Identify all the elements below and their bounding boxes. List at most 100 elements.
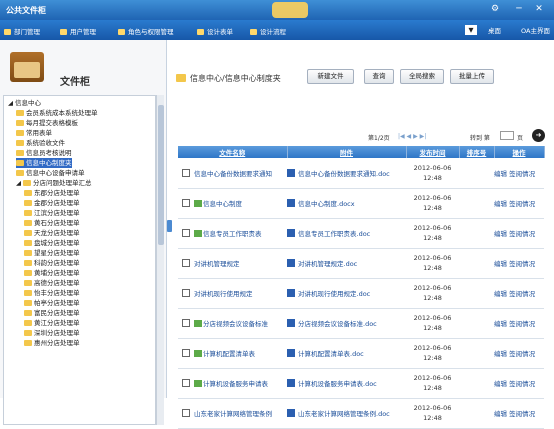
folder-icon	[16, 140, 24, 146]
cell-ops[interactable]: 编辑 签阅情况	[494, 368, 544, 399]
row-checkbox[interactable]	[182, 199, 190, 207]
attachment-link[interactable]: 信息中心备份数据要求通知.doc	[298, 170, 390, 178]
tree-item[interactable]: 惠州分店处理单	[24, 338, 80, 348]
menu-item-dept[interactable]: 部门管理	[4, 26, 40, 36]
tree-item[interactable]: 深圳分店处理单	[24, 328, 80, 338]
attachment-link[interactable]: 对讲机现行使用规定.doc	[298, 290, 370, 298]
attachment-link[interactable]: 山东老家计算网络管理条例.doc	[298, 410, 390, 418]
folder-icon	[24, 290, 32, 296]
row-checkbox[interactable]	[182, 229, 190, 237]
tree-item[interactable]: 东郡分店处理单	[24, 188, 80, 198]
batch-upload-button[interactable]: 批量上传	[450, 69, 494, 84]
col-header-ops: 操作	[494, 146, 545, 158]
row-checkbox[interactable]	[182, 379, 190, 387]
attachment-link[interactable]: 信息专员工作职责表.doc	[298, 230, 370, 238]
file-name-link[interactable]: 信息中心备份数据要求通知	[194, 170, 272, 178]
menu-item-form[interactable]: 设计表单	[197, 26, 233, 36]
tree-item[interactable]: 黄江分店处理单	[24, 318, 80, 328]
global-search-button[interactable]: 全局搜索	[400, 69, 444, 84]
cell-ops[interactable]: 编辑 签阅情况	[494, 218, 544, 249]
file-name-link[interactable]: 信息专员工作职责表	[203, 230, 262, 238]
tree-item[interactable]: 金郡分店处理单	[24, 198, 80, 208]
settings-icon[interactable]: ⚙	[486, 3, 504, 16]
tree-item[interactable]: 富民分店处理单	[24, 308, 80, 318]
tree-item[interactable]: 盘城分店处理单	[24, 238, 80, 248]
file-name-link[interactable]: 信息中心制度	[203, 200, 242, 208]
oa-home-link[interactable]: OA主界面	[521, 25, 550, 35]
minimize-icon[interactable]: ─	[510, 3, 528, 16]
row-checkbox[interactable]	[182, 259, 190, 267]
page-number-input[interactable]	[500, 131, 514, 140]
go-icon[interactable]: ➜	[532, 129, 545, 142]
cell-ops[interactable]: 编辑 签阅情况	[494, 338, 544, 369]
scrollbar-thumb[interactable]	[158, 105, 164, 245]
tree-item[interactable]: 高德分店处理单	[24, 278, 80, 288]
file-table: 文件名称 附件 发布时间 排序号 操作 信息中心备份数据要求通知 信息中心备份数据…	[178, 146, 545, 429]
menu-item-user[interactable]: 用户管理	[60, 26, 96, 36]
expand-icon[interactable]: ◢	[16, 179, 21, 187]
cell-ops[interactable]: 编辑 签阅情况	[494, 188, 544, 219]
col-header-attachment[interactable]: 附件	[287, 146, 407, 158]
tree-item[interactable]: 信息中心制度夹	[16, 158, 72, 168]
table-row: 对讲机管理规定 对讲机管理规定.doc 2012-06-06 12:48 编辑 签阅情况	[178, 248, 544, 279]
publish-date: 2012-06-06	[413, 224, 452, 232]
cell-name: 分店视频会议设备标准	[178, 308, 287, 339]
cell-ops[interactable]: 编辑 签阅情况	[494, 248, 544, 279]
row-checkbox[interactable]	[182, 409, 190, 417]
cell-ops[interactable]: 编辑 签阅情况	[494, 158, 544, 189]
desktop-link[interactable]: 桌面	[488, 25, 501, 35]
tree-item[interactable]: 会员系统成本系统处理单	[16, 108, 98, 118]
col-header-order[interactable]: 排序号	[459, 146, 495, 158]
tree-item[interactable]: 望星分店处理单	[24, 248, 80, 258]
tree-item[interactable]: 信息中心设备申请单	[16, 168, 85, 178]
attachment-link[interactable]: 计算机设备服务申请表.doc	[298, 380, 377, 388]
menu-item-role[interactable]: 角色与权限管理	[118, 26, 174, 36]
tree-item[interactable]: 帕亭分店处理单	[24, 298, 80, 308]
close-icon[interactable]: ✕	[530, 3, 548, 16]
col-header-name[interactable]: 文件名称	[178, 146, 288, 158]
tree-item[interactable]: ◢ 信息中心	[8, 98, 41, 108]
file-name-link[interactable]: 对讲机现行使用规定	[194, 290, 253, 298]
file-name-link[interactable]: 计算机配置清单表	[203, 350, 255, 358]
attachment-link[interactable]: 分店视频会议设备标准.doc	[298, 320, 377, 328]
tree-item[interactable]: 科韵分店处理单	[24, 258, 80, 268]
cell-ops[interactable]: 编辑 签阅情况	[494, 398, 544, 429]
row-checkbox[interactable]	[182, 168, 190, 177]
tree-item[interactable]: 江滨分店处理单	[24, 208, 80, 218]
tree-item[interactable]: 常用表单	[16, 128, 52, 138]
tree-scrollbar[interactable]	[156, 95, 164, 425]
attachment-link[interactable]: 计算机配置清单表.doc	[298, 350, 364, 358]
expand-icon[interactable]: ◢	[8, 99, 13, 107]
attachment-link[interactable]: 信息中心制度.docx	[298, 200, 355, 208]
tree-item[interactable]: 黄埔分店处理单	[24, 268, 80, 278]
folder-icon	[24, 270, 32, 276]
new-file-button[interactable]: 新建文件	[307, 69, 354, 84]
col-header-date[interactable]: 发布时间	[406, 146, 460, 158]
file-name-link[interactable]: 计算机设备服务申请表	[203, 380, 268, 388]
pager-nav[interactable]: |◀ ◀ ▶ ▶|	[398, 133, 426, 140]
tree-item[interactable]: ◢ 分店问题处理单汇总	[16, 178, 92, 188]
row-checkbox[interactable]	[182, 319, 190, 327]
download-icon[interactable]: ▼	[465, 25, 477, 35]
tree-item[interactable]: 怡丰分店处理单	[24, 288, 80, 298]
cell-name: 信息中心备份数据要求通知	[178, 158, 287, 189]
tree-item-label: 会员系统成本系统处理单	[26, 109, 98, 117]
cell-ops[interactable]: 编辑 签阅情况	[494, 278, 544, 309]
attachment-link[interactable]: 对讲机管理规定.doc	[298, 260, 357, 268]
doc-icon	[287, 229, 295, 237]
tree-item[interactable]: 每月提交表格模板	[16, 118, 78, 128]
tree-item[interactable]: 天龙分店处理单	[24, 228, 80, 238]
main-panel: 信息中心/信息中心制度夹 新建文件 查询 全局搜索 批量上传 第1/2页 |◀ …	[170, 40, 554, 429]
tree-item[interactable]: 系统验收文件	[16, 138, 65, 148]
menu-item-flow[interactable]: 设计流程	[250, 26, 286, 36]
file-name-link[interactable]: 对讲机管理规定	[194, 260, 240, 268]
cell-ops[interactable]: 编辑 签阅情况	[494, 308, 544, 339]
row-checkbox[interactable]	[182, 349, 190, 357]
tree-item[interactable]: 黄石分店处理单	[24, 218, 80, 228]
tree-item[interactable]: 信息员考核说明	[16, 148, 72, 158]
file-name-link[interactable]: 山东老家计算网络管理条例	[194, 410, 272, 418]
cell-attachment: 计算机配置清单表.doc	[287, 338, 406, 369]
search-button[interactable]: 查询	[364, 69, 394, 84]
file-name-link[interactable]: 分店视频会议设备标准	[203, 320, 268, 328]
row-checkbox[interactable]	[182, 289, 190, 297]
